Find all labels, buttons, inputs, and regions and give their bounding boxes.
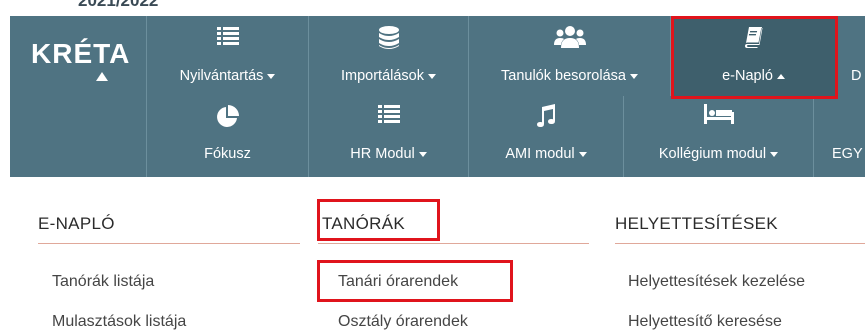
nav-item-d[interactable]: D bbox=[837, 16, 865, 96]
caret-down-icon bbox=[770, 151, 779, 157]
bed-icon bbox=[624, 104, 813, 124]
caret-down-icon bbox=[418, 151, 427, 157]
highlight-tanari-orarendek bbox=[317, 260, 513, 302]
caret-down-icon bbox=[578, 151, 587, 157]
nav-label: Kollégium modul bbox=[658, 146, 767, 162]
column-title: E-NAPLÓ bbox=[38, 214, 115, 233]
column-divider bbox=[38, 243, 300, 244]
nav-label: EGY bbox=[832, 146, 863, 162]
school-year: 2021/2022 bbox=[78, 0, 159, 10]
pie-chart-icon bbox=[147, 104, 308, 128]
caret-down-icon bbox=[428, 73, 436, 79]
nav-item-tanulok-besorolasa[interactable]: Tanulók besorolása bbox=[469, 16, 670, 96]
highlight-e-naplo bbox=[671, 16, 838, 99]
nav-label: Nyilvántartás bbox=[179, 68, 264, 84]
menu-link[interactable]: Helyettesítések kezelése bbox=[628, 273, 805, 291]
nav-label: D bbox=[851, 68, 862, 84]
nav-item-egy[interactable]: EGY bbox=[814, 96, 865, 177]
menu-link[interactable]: Tanórák listája bbox=[52, 273, 154, 291]
caret-down-icon bbox=[267, 73, 276, 79]
list-icon bbox=[147, 26, 308, 46]
column-title: HELYETTESÍTÉSEK bbox=[615, 214, 778, 233]
nav-label: Fókusz bbox=[204, 146, 251, 162]
brand-logo[interactable]: KRÉTA bbox=[10, 16, 146, 96]
users-icon bbox=[469, 26, 670, 48]
nav-item-ami-modul[interactable]: AMI modul bbox=[469, 96, 623, 177]
column-divider bbox=[318, 243, 589, 244]
list-icon bbox=[309, 104, 468, 124]
database-icon bbox=[309, 26, 468, 50]
nav-label: Importálások bbox=[340, 68, 424, 84]
column-divider bbox=[615, 243, 865, 244]
nav-label: HR Modul bbox=[350, 146, 415, 162]
nav-label: Tanulók besorolása bbox=[501, 68, 626, 84]
nav-item-fokusz[interactable]: Fókusz bbox=[147, 96, 308, 177]
nav-item-hr-modul[interactable]: HR Modul bbox=[309, 96, 468, 177]
nav-label: AMI modul bbox=[505, 146, 575, 162]
caret-down-icon bbox=[629, 73, 638, 79]
menu-link[interactable]: Mulasztások listája bbox=[52, 313, 186, 331]
nav-item-importalasok[interactable]: Importálások bbox=[309, 16, 468, 96]
music-note-icon bbox=[469, 104, 623, 128]
nav-item-nyilvantartas[interactable]: Nyilvántartás bbox=[147, 16, 308, 96]
nav-item-kollegium-modul[interactable]: Kollégium modul bbox=[624, 96, 813, 177]
menu-link[interactable]: Osztály órarendek bbox=[338, 313, 468, 331]
logo-triangle-icon bbox=[96, 72, 108, 81]
brand-name: KRÉTA bbox=[31, 38, 131, 69]
menu-link[interactable]: Helyettesítő keresése bbox=[628, 313, 782, 331]
highlight-tanorak bbox=[317, 199, 440, 241]
